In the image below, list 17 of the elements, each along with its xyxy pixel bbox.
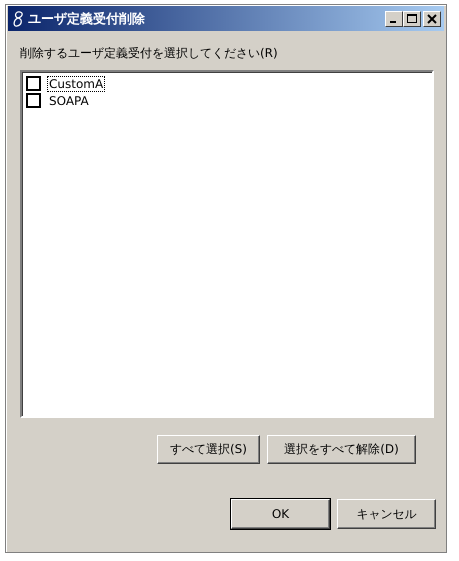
select-all-button[interactable]: すべて選択(S)	[157, 435, 260, 464]
maximize-button[interactable]	[403, 10, 421, 26]
item-label[interactable]: SOAPA	[47, 92, 91, 108]
maximize-icon	[407, 14, 417, 24]
minimize-icon	[390, 21, 396, 23]
app-icon	[11, 10, 25, 28]
deselect-all-button[interactable]: 選択をすべて解除(D)	[267, 435, 416, 464]
prompt-label: 削除するユーザ定義受付を選択してください(R)	[20, 45, 279, 62]
minimize-button[interactable]	[385, 10, 403, 26]
window-title: ユーザ定義受付削除	[28, 10, 146, 28]
item-label[interactable]: CustomA	[47, 76, 106, 92]
close-icon	[427, 14, 437, 24]
checkbox[interactable]	[26, 76, 41, 91]
close-button[interactable]	[423, 10, 441, 26]
cancel-button[interactable]: キャンセル	[337, 499, 436, 529]
ok-button[interactable]: OK	[231, 499, 330, 529]
checkbox[interactable]	[26, 93, 41, 108]
